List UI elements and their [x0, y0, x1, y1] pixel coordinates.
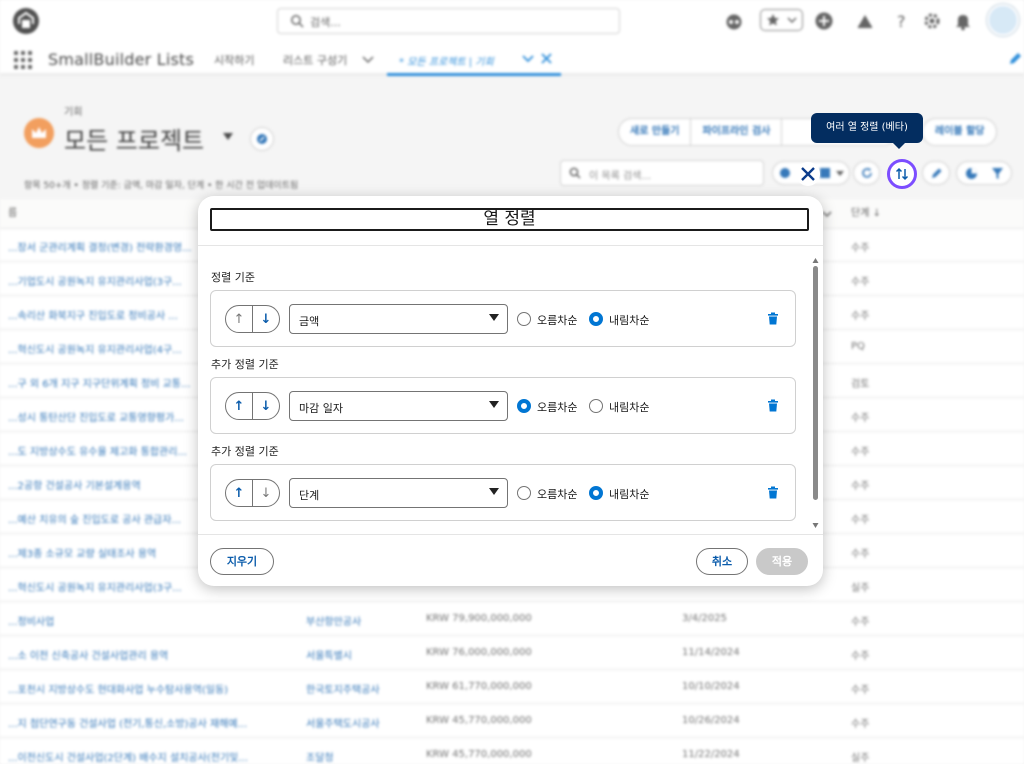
modal-header: 열 정렬 — [198, 196, 823, 246]
chevron-down-icon — [489, 401, 499, 408]
cancel-button[interactable]: 취소 — [696, 548, 748, 575]
sort-rule-3-ascending-label: 오름차순 — [537, 488, 578, 501]
sort-rule-3-move-buttons: ↑ ↓ — [225, 479, 280, 507]
sort-rule-2-ascending-radio[interactable] — [517, 399, 531, 413]
move-down-button[interactable]: ↓ — [253, 480, 279, 506]
delete-rule-3-icon[interactable] — [767, 486, 779, 499]
sort-rule-3-field-value: 단계 — [299, 489, 320, 502]
move-down-button[interactable]: ↓ — [253, 393, 279, 419]
sort-arrows-icon — [895, 167, 909, 181]
sort-rule-1-descending-radio[interactable] — [589, 312, 603, 326]
sort-rule-1-field-value: 금액 — [299, 315, 320, 328]
move-up-button[interactable]: ↑ — [226, 306, 253, 332]
sort-rule-1: ↑ ↓ 금액 오름차순 내림차순 — [210, 290, 796, 347]
sort-rule-1-ascending-label: 오름차순 — [537, 314, 578, 327]
sort-rule-1-ascending-radio[interactable] — [517, 312, 531, 326]
close-icon — [801, 167, 815, 181]
sort-rule-3: ↑ ↓ 단계 오름차순 내림차순 — [210, 464, 796, 521]
modal-footer: 지우기 취소 적용 — [198, 534, 823, 586]
sort-rule-2-ascending-label: 오름차순 — [537, 401, 578, 414]
sort-rule-2-descending-label: 내림차순 — [609, 401, 650, 414]
move-down-button[interactable]: ↓ — [253, 306, 279, 332]
modal-title: 열 정렬 — [210, 208, 809, 231]
modal-body: 정렬 기준 ↑ ↓ 금액 오름차순 내림차순 추가 정렬 기준 ↑ ↓ 마감 일… — [198, 247, 823, 534]
sort-by-label: 정렬 기준 — [211, 271, 255, 284]
sort-rule-2-field-select[interactable]: 마감 일자 — [289, 391, 508, 421]
sort-rule-1-descending-label: 내림차순 — [609, 314, 650, 327]
chevron-down-icon — [489, 488, 499, 495]
sort-rule-2-move-buttons: ↑ ↓ — [225, 392, 280, 420]
multi-column-sort-button[interactable] — [887, 159, 917, 189]
sort-rule-3-descending-label: 내림차순 — [609, 488, 650, 501]
sort-rule-2-descending-radio[interactable] — [589, 399, 603, 413]
clear-button[interactable]: 지우기 — [210, 548, 274, 575]
sort-rule-2: ↑ ↓ 마감 일자 오름차순 내림차순 — [210, 377, 796, 434]
sort-columns-modal: 열 정렬 정렬 기준 ↑ ↓ 금액 오름차순 내림차순 추가 정렬 기준 ↑ ↓ — [198, 196, 823, 586]
additional-sort-label-1: 추가 정렬 기준 — [211, 358, 279, 371]
delete-rule-2-icon[interactable] — [767, 399, 779, 412]
apply-button[interactable]: 적용 — [756, 548, 808, 575]
chevron-down-icon — [489, 314, 499, 321]
move-up-button[interactable]: ↑ — [226, 480, 253, 506]
multi-column-sort-tooltip: 여러 열 정렬 (베타) — [811, 113, 923, 149]
sort-rule-3-ascending-radio[interactable] — [517, 486, 531, 500]
sort-rule-3-field-select[interactable]: 단계 — [289, 478, 508, 508]
sort-rule-3-descending-radio[interactable] — [589, 486, 603, 500]
sort-rule-1-field-select[interactable]: 금액 — [289, 304, 508, 334]
delete-rule-1-icon[interactable] — [767, 312, 779, 325]
sort-rule-1-move-buttons: ↑ ↓ — [225, 305, 280, 333]
close-overlay-button[interactable] — [796, 162, 820, 186]
move-up-button[interactable]: ↑ — [226, 393, 253, 419]
sort-rule-2-field-value: 마감 일자 — [299, 402, 343, 415]
modal-scrollbar[interactable] — [812, 258, 819, 528]
additional-sort-label-2: 추가 정렬 기준 — [211, 445, 279, 458]
